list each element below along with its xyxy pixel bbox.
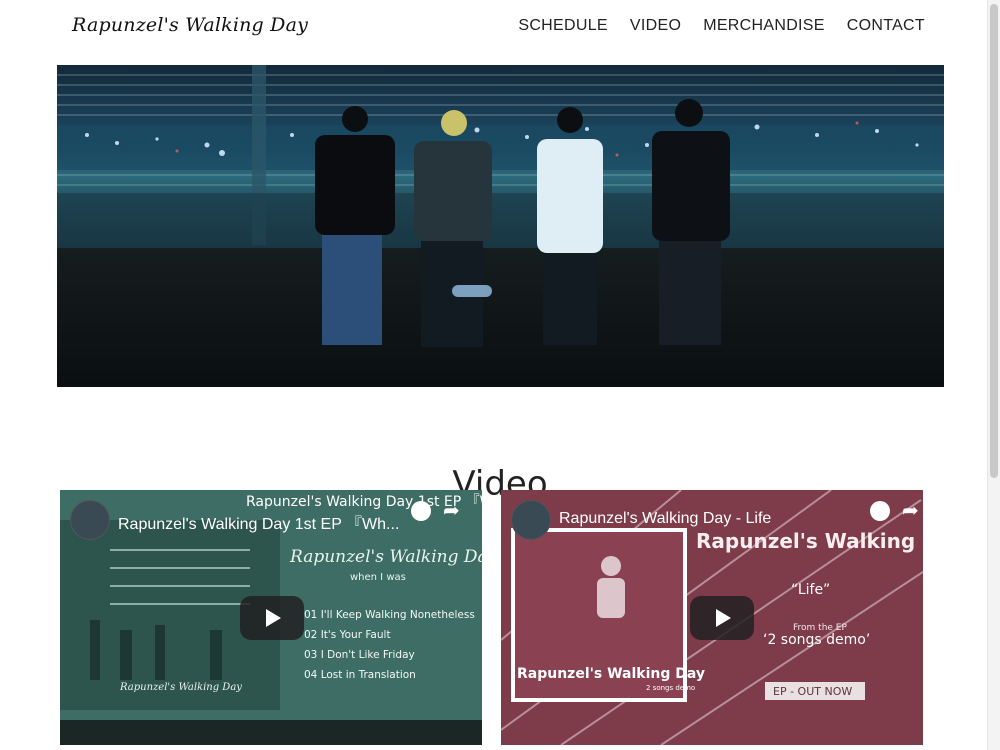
share-icon[interactable]: ➦ bbox=[443, 498, 460, 523]
watch-later-icon[interactable] bbox=[411, 501, 431, 521]
watch-later-icon[interactable] bbox=[870, 501, 890, 521]
ep-cover-subtitle: when I was bbox=[350, 572, 406, 583]
video-title-life[interactable]: Rapunzel's Walking Day - Life bbox=[559, 510, 771, 528]
video-embed-life[interactable]: Rapunzel's Walking Day “Life” From the E… bbox=[501, 490, 923, 745]
ep-track-2: 02 It's Your Fault bbox=[304, 629, 391, 641]
channel-avatar[interactable] bbox=[70, 500, 110, 540]
scrollbar-thumb[interactable] bbox=[990, 4, 998, 478]
life-ep-name: ‘2 songs demo’ bbox=[763, 632, 870, 648]
nav-link-merchandise[interactable]: MERCHANDISE bbox=[703, 17, 825, 35]
nav-link-video[interactable]: VIDEO bbox=[630, 17, 681, 35]
video-title-ep[interactable]: Rapunzel's Walking Day 1st EP 『Wh... bbox=[118, 510, 399, 534]
play-button-icon[interactable] bbox=[690, 596, 754, 640]
life-song-title: “Life” bbox=[791, 582, 830, 598]
life-inset-sub: 2 songs demo bbox=[646, 684, 695, 692]
nav-link-contact[interactable]: CONTACT bbox=[847, 17, 925, 35]
life-cover-title: Rapunzel's Walking Day bbox=[696, 529, 923, 553]
life-inset-title: Rapunzel's Walking Day bbox=[517, 666, 705, 682]
ep-cover-title: Rapunzel's Walking Day bbox=[289, 547, 482, 567]
main-nav: SCHEDULE VIDEO MERCHANDISE CONTACT bbox=[518, 17, 925, 35]
ep-track-4: 04 Lost in Translation bbox=[304, 669, 416, 681]
channel-avatar[interactable] bbox=[511, 500, 551, 540]
nav-link-schedule[interactable]: SCHEDULE bbox=[518, 17, 608, 35]
page-scrollbar[interactable] bbox=[987, 0, 1000, 750]
hero-band-photo bbox=[57, 65, 944, 387]
life-cta-label: EP - OUT NOW bbox=[773, 685, 852, 698]
play-button-icon[interactable] bbox=[240, 596, 304, 640]
video-embed-ep[interactable]: Rapunzel's Walking Day 1st EP 『Wh... Rap… bbox=[60, 490, 482, 745]
ep-track-3: 03 I Don't Like Friday bbox=[304, 649, 415, 661]
ep-inset-text: Rapunzel's Walking Day bbox=[119, 682, 242, 693]
hero-photo-graphic bbox=[57, 65, 944, 387]
ep-track-1: 01 I'll Keep Walking Nonetheless bbox=[304, 609, 475, 621]
share-icon[interactable]: ➦ bbox=[902, 498, 919, 523]
site-header: Rapunzel's Walking Day SCHEDULE VIDEO ME… bbox=[0, 0, 988, 58]
site-logo[interactable]: Rapunzel's Walking Day bbox=[72, 14, 308, 36]
